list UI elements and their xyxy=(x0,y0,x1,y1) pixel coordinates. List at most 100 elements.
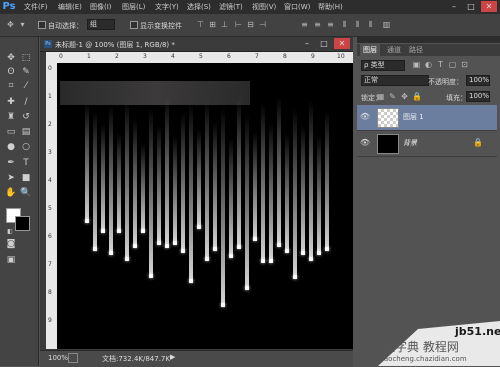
align-bottom-icon[interactable]: ⊥ xyxy=(220,20,229,29)
history-brush-tool-icon[interactable]: ↺ xyxy=(20,111,32,123)
panel-header-strip xyxy=(357,37,500,43)
auto-select-dropdown[interactable]: 组 xyxy=(87,19,115,30)
show-transform-checkbox[interactable] xyxy=(130,21,138,29)
layer-row-background[interactable]: 👁 背景 🔒 xyxy=(357,131,497,157)
lock-all-icon[interactable]: 🔒 xyxy=(412,92,422,101)
auto-select-checkbox[interactable] xyxy=(38,21,46,29)
brush-tool-icon[interactable]: / xyxy=(20,96,32,108)
light-streak xyxy=(213,121,217,251)
filter-type-icon[interactable]: T xyxy=(436,60,445,69)
canvas[interactable] xyxy=(57,63,353,349)
zoom-tool-icon[interactable]: 🔍 xyxy=(20,187,32,199)
distribute-vcenter-icon[interactable]: ≡ xyxy=(313,20,322,29)
gradient-tool-icon[interactable]: ▤ xyxy=(20,126,32,138)
menu-type[interactable]: 文字(Y) xyxy=(155,0,179,14)
pen-tool-icon[interactable]: ✒ xyxy=(5,157,17,169)
menu-file[interactable]: 文件(F) xyxy=(24,0,48,14)
hand-tool-icon[interactable]: ✋ xyxy=(5,187,17,199)
filter-smart-icon[interactable]: ⊡ xyxy=(460,60,469,69)
lock-transparent-icon[interactable]: ▦ xyxy=(376,92,385,101)
ruler-left-label: 9 xyxy=(48,317,52,324)
align-hcenter-icon[interactable]: ⊟ xyxy=(246,20,255,29)
healing-brush-tool-icon[interactable]: ✚ xyxy=(5,96,17,108)
menu-filter[interactable]: 滤镜(T) xyxy=(219,0,243,14)
doc-minimize-button[interactable]: – xyxy=(299,38,315,49)
eyedropper-tool-icon[interactable]: ⁄ xyxy=(20,80,32,92)
lock-image-icon[interactable]: ✎ xyxy=(388,92,397,101)
shape-tool-icon[interactable]: ■ xyxy=(20,172,32,184)
layer-row-layer1[interactable]: 👁 图层 1 xyxy=(357,105,497,131)
blend-mode-dropdown[interactable]: 正常 xyxy=(361,75,429,86)
light-streak xyxy=(205,101,209,261)
doc-close-button[interactable]: ✕ xyxy=(334,38,350,49)
eraser-tool-icon[interactable]: ▭ xyxy=(5,126,17,138)
quick-select-tool-icon[interactable]: ✎ xyxy=(20,66,32,78)
opacity-input[interactable]: 100% xyxy=(466,75,490,86)
lasso-tool-icon[interactable]: ʘ xyxy=(5,66,17,78)
watermark-brand: 程字典 教程网 xyxy=(383,340,459,354)
fill-input[interactable]: 100% xyxy=(466,91,490,102)
visibility-eye-icon[interactable]: 👁 xyxy=(359,137,371,149)
ruler-left-label: 7 xyxy=(48,261,52,268)
lock-position-icon[interactable]: ✥ xyxy=(400,92,409,101)
menu-view[interactable]: 视图(V) xyxy=(252,0,276,14)
align-right-icon[interactable]: ⊣ xyxy=(258,20,267,29)
doc-maximize-button[interactable]: □ xyxy=(316,38,332,49)
path-select-tool-icon[interactable]: ➤ xyxy=(5,172,17,184)
menu-window[interactable]: 窗口(W) xyxy=(284,0,310,14)
distribute-left-icon[interactable]: ⦀ xyxy=(340,20,349,29)
screen-mode-icon[interactable]: ▣ xyxy=(5,254,17,266)
marquee-tool-button[interactable]: ⬚ xyxy=(20,52,32,64)
tool-preset-arrow-icon[interactable]: ▾ xyxy=(18,20,27,29)
tab-layers[interactable]: 图层 xyxy=(360,44,380,56)
app-minimize-button[interactable]: – xyxy=(446,1,462,12)
move-tool-button[interactable]: ✥ xyxy=(5,52,17,64)
blur-tool-icon[interactable]: ● xyxy=(5,141,17,153)
status-preview-icon[interactable] xyxy=(68,353,78,363)
distribute-top-icon[interactable]: ≡ xyxy=(300,20,309,29)
ruler-top-label: 1 xyxy=(87,53,91,60)
light-streak xyxy=(285,133,289,253)
ruler-top-label: 7 xyxy=(255,53,259,60)
distribute-hcenter-icon[interactable]: ⦀ xyxy=(353,20,362,29)
quick-mask-icon[interactable]: ◙ xyxy=(5,238,17,250)
background-color-swatch[interactable] xyxy=(15,216,30,231)
ruler-top-label: 5 xyxy=(199,53,203,60)
light-streak xyxy=(189,103,193,283)
default-colors-icon[interactable]: ◧ xyxy=(4,226,16,238)
light-streak xyxy=(141,143,145,233)
move-tool-icon[interactable]: ✥ xyxy=(6,20,15,29)
fill-label: 填充： xyxy=(446,94,467,102)
type-tool-icon[interactable]: T xyxy=(20,157,32,169)
ruler-left-label: 8 xyxy=(48,289,52,296)
menu-help[interactable]: 帮助(H) xyxy=(318,0,343,14)
filter-adjust-icon[interactable]: ◐ xyxy=(424,60,433,69)
light-streak xyxy=(237,99,241,249)
light-streak xyxy=(245,115,249,290)
menu-select[interactable]: 选择(S) xyxy=(187,0,211,14)
layer-filter-dropdown[interactable]: ρ 类型 xyxy=(361,60,405,71)
document-title: 未标题-1 @ 100% (图层 1, RGB/8) * xyxy=(55,41,175,49)
visibility-eye-icon[interactable]: 👁 xyxy=(359,111,371,123)
menu-layer[interactable]: 图层(L) xyxy=(122,0,145,14)
app-maximize-button[interactable]: □ xyxy=(463,1,479,12)
app-close-button[interactable]: ✕ xyxy=(481,1,497,12)
zoom-level[interactable]: 100% xyxy=(48,354,68,362)
status-menu-arrow-icon[interactable]: ▶ xyxy=(170,353,175,361)
distribute-bottom-icon[interactable]: ≡ xyxy=(326,20,335,29)
crop-tool-icon[interactable]: ⌗ xyxy=(5,80,17,92)
auto-align-icon[interactable]: ▥ xyxy=(382,20,391,29)
menu-edit[interactable]: 编辑(E) xyxy=(58,0,82,14)
tab-paths[interactable]: 路径 xyxy=(409,44,423,56)
menu-image[interactable]: 图像(I) xyxy=(90,0,112,14)
filter-pixel-icon[interactable]: ▣ xyxy=(412,60,421,69)
distribute-right-icon[interactable]: ⦀ xyxy=(366,20,375,29)
dodge-tool-icon[interactable]: ○ xyxy=(20,141,32,153)
clone-stamp-tool-icon[interactable]: ♜ xyxy=(5,111,17,123)
filter-shape-icon[interactable]: ▢ xyxy=(448,60,457,69)
align-left-icon[interactable]: ⊢ xyxy=(234,20,243,29)
align-vcenter-icon[interactable]: ⊞ xyxy=(208,20,217,29)
ruler-left-label: 5 xyxy=(48,205,52,212)
tab-channels[interactable]: 通道 xyxy=(387,44,401,56)
align-top-icon[interactable]: ⊤ xyxy=(196,20,205,29)
